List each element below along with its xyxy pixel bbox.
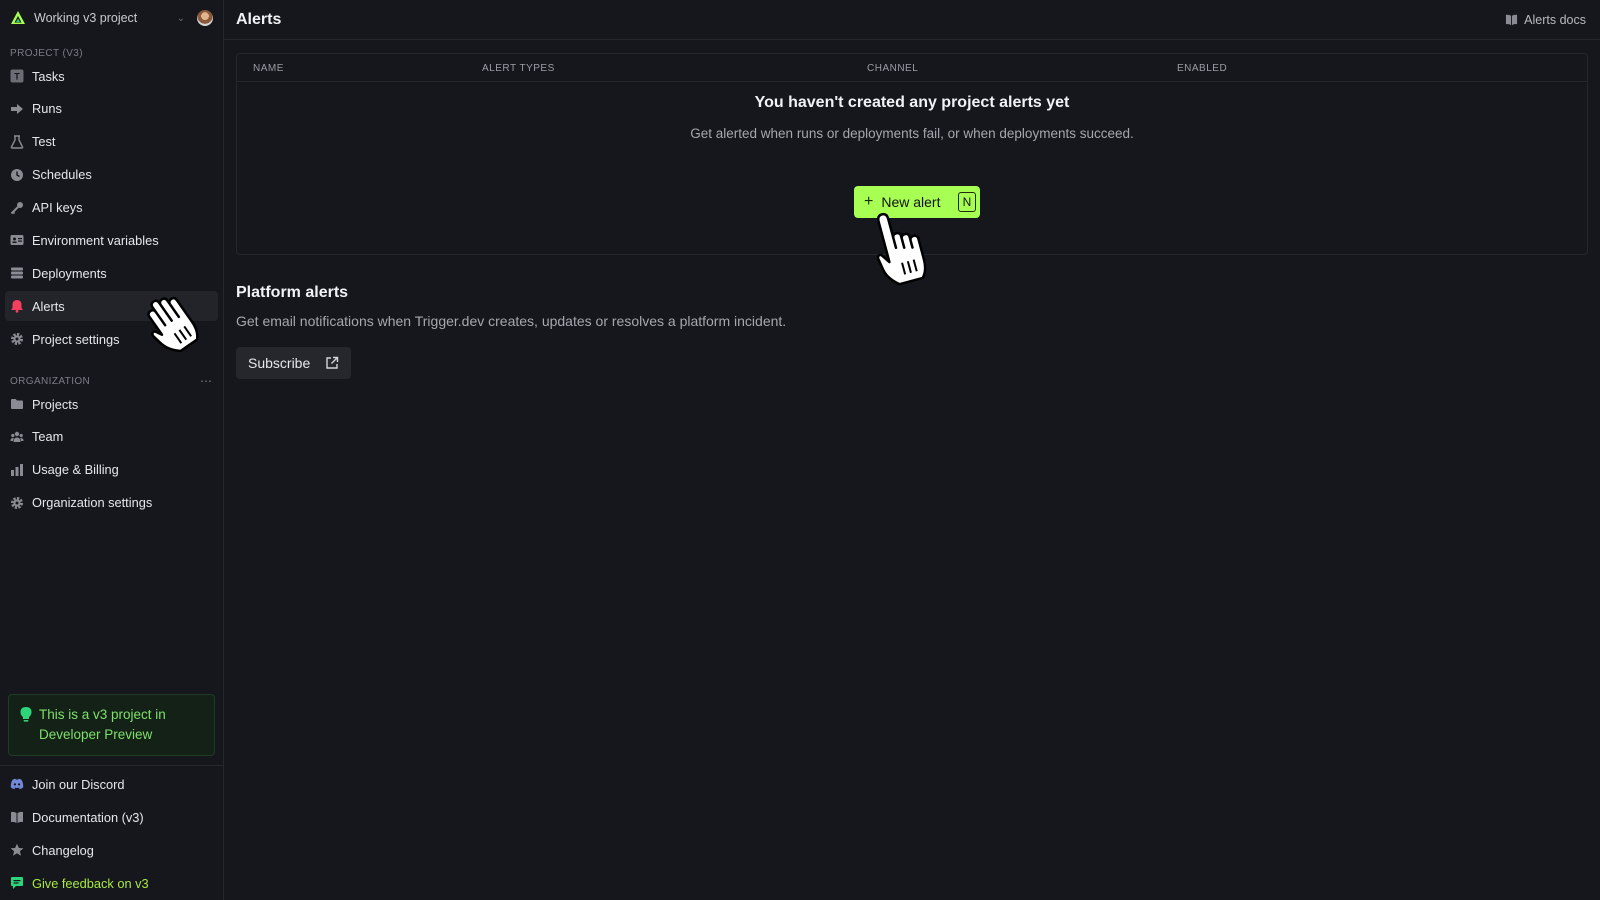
book-icon [10, 810, 24, 824]
alerts-table: NAME ALERT TYPES CHANNEL ENABLED You hav… [236, 53, 1588, 255]
sidebar-item-changelog[interactable]: Changelog [5, 835, 219, 865]
developer-preview-text: This is a v3 project in Developer Previe… [39, 707, 166, 742]
alerts-docs-link[interactable]: Alerts docs [1504, 13, 1586, 27]
sidebar-item-label: Schedules [32, 167, 92, 183]
developer-preview-notice: This is a v3 project in Developer Previe… [8, 694, 215, 756]
chevron-down-icon[interactable]: ⌄ [177, 13, 185, 24]
lightbulb-icon [20, 707, 32, 722]
bar-chart-icon [10, 463, 24, 477]
sidebar-item-label: Usage & Billing [32, 462, 119, 478]
star-icon [10, 843, 24, 857]
sidebar-item-environment-variables[interactable]: Environment variables [5, 225, 218, 255]
svg-text:T: T [14, 72, 20, 82]
platform-alerts-description: Get email notifications when Trigger.dev… [236, 313, 787, 329]
divider [0, 765, 224, 766]
project-name: Working v3 project [34, 11, 138, 25]
team-icon [10, 430, 24, 444]
sidebar-item-tasks[interactable]: T Tasks [5, 61, 218, 91]
sidebar-item-label: Team [32, 429, 64, 445]
sidebar-item-label: API keys [32, 200, 83, 216]
project-nav: T Tasks Runs Test Schedules API keys Env… [0, 61, 223, 354]
env-vars-icon [10, 233, 24, 247]
page-header: Alerts Alerts docs [224, 0, 1600, 40]
empty-state-title: You haven't created any project alerts y… [754, 94, 1070, 111]
gear-icon [10, 332, 24, 346]
sidebar-item-label: Give feedback on v3 [32, 875, 149, 891]
project-switcher[interactable]: Working v3 project ⌄ [0, 0, 223, 36]
beaker-icon [10, 135, 24, 149]
sidebar-item-label: Deployments [32, 265, 107, 281]
sidebar-item-deployments[interactable]: Deployments [5, 258, 218, 288]
sidebar-item-project-settings[interactable]: Project settings [5, 324, 218, 354]
more-options-icon[interactable]: ⋯ [200, 374, 213, 388]
sidebar-item-label: Environment variables [32, 232, 159, 248]
empty-state-description: Get alerted when runs or deployments fai… [690, 126, 1134, 141]
sidebar-item-label: Test [32, 134, 56, 150]
column-header-alert-types: ALERT TYPES [482, 63, 555, 74]
avatar[interactable] [197, 10, 213, 26]
tasks-icon: T [10, 69, 24, 83]
sidebar-item-label: Organization settings [32, 495, 153, 511]
gear-icon [10, 496, 24, 510]
new-alert-button[interactable]: + New alert N [854, 186, 980, 218]
trigger-logo-icon [11, 11, 25, 24]
folder-icon [10, 397, 24, 411]
key-icon [10, 201, 24, 215]
runs-icon [10, 102, 24, 116]
sidebar-item-label: Project settings [32, 331, 120, 347]
column-header-enabled: ENABLED [1177, 63, 1228, 74]
sidebar-item-label: Tasks [32, 68, 65, 84]
sidebar-item-label: Documentation (v3) [32, 809, 144, 825]
sidebar-item-test[interactable]: Test [5, 127, 218, 157]
new-alert-label: New alert [881, 194, 941, 210]
stack-icon [10, 266, 24, 280]
sidebar-item-label: Runs [32, 101, 62, 117]
page-title: Alerts [236, 10, 282, 28]
sidebar-item-label: Join our Discord [32, 776, 125, 792]
sidebar-item-documentation[interactable]: Documentation (v3) [5, 802, 219, 832]
chat-icon [10, 876, 24, 890]
sidebar-item-feedback[interactable]: Give feedback on v3 [5, 868, 219, 898]
discord-icon [10, 777, 24, 791]
main-content: Alerts Alerts docs NAME ALERT TYPES CHAN… [224, 0, 1600, 900]
book-icon [1504, 13, 1518, 27]
sidebar-item-discord[interactable]: Join our Discord [5, 769, 219, 799]
external-link-icon [326, 356, 339, 369]
clock-icon [10, 168, 24, 182]
column-header-name: NAME [253, 63, 284, 74]
sidebar-item-api-keys[interactable]: API keys [5, 193, 218, 223]
column-header-channel: CHANNEL [867, 63, 919, 74]
table-header: NAME ALERT TYPES CHANNEL ENABLED [237, 54, 1587, 82]
sidebar-item-label: Projects [32, 396, 79, 412]
sidebar: Working v3 project ⌄ PROJECT (V3) T Task… [0, 0, 224, 900]
sidebar-item-alerts[interactable]: Alerts [5, 291, 218, 322]
subscribe-button[interactable]: Subscribe [236, 347, 351, 379]
subscribe-label: Subscribe [248, 355, 311, 371]
sidebar-item-schedules[interactable]: Schedules [5, 160, 218, 190]
sidebar-item-runs[interactable]: Runs [5, 94, 218, 124]
bottom-nav: Join our Discord Documentation (v3) Chan… [0, 769, 224, 900]
organization-section-label: ORGANIZATION ⋯ [10, 374, 213, 389]
sidebar-item-projects[interactable]: Projects [5, 389, 218, 419]
bell-icon [10, 299, 24, 313]
organization-nav: Projects Team Usage & Billing Organizati… [0, 389, 223, 518]
sidebar-item-usage-billing[interactable]: Usage & Billing [5, 455, 218, 485]
platform-alerts-title: Platform alerts [236, 284, 349, 301]
sidebar-item-label: Changelog [32, 842, 94, 858]
keyboard-shortcut-badge: N [958, 192, 976, 212]
plus-icon: + [864, 193, 874, 210]
sidebar-item-label: Alerts [32, 298, 65, 314]
project-section-label: PROJECT (V3) [10, 47, 83, 59]
sidebar-item-organization-settings[interactable]: Organization settings [5, 488, 218, 518]
alerts-docs-label: Alerts docs [1524, 12, 1586, 27]
sidebar-item-team[interactable]: Team [5, 422, 218, 452]
